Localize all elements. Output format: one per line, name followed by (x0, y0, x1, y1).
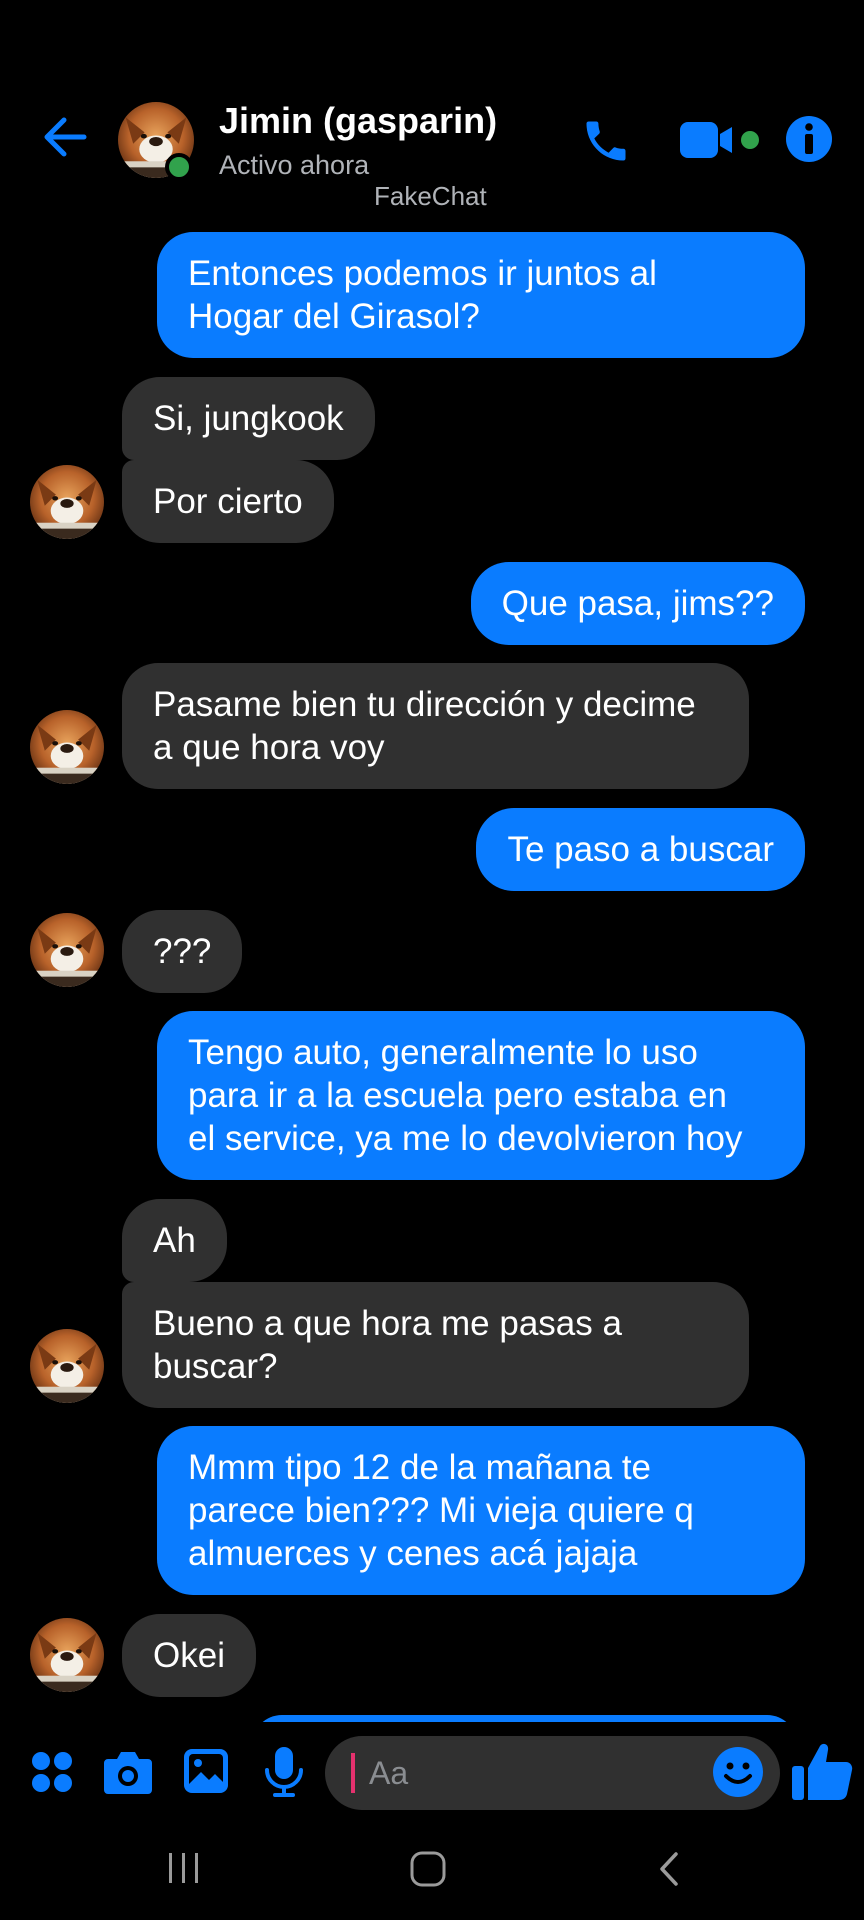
received-message[interactable]: Pasame bien tu dirección y decime a que … (122, 663, 749, 789)
video-camera-icon[interactable] (678, 118, 762, 162)
sent-message[interactable]: Que pasa, jims?? (470, 562, 805, 645)
contact-avatar[interactable] (30, 913, 104, 987)
thumbs-up-icon[interactable] (790, 1740, 854, 1804)
received-message[interactable]: Okei (122, 1614, 256, 1697)
contact-avatar[interactable] (30, 465, 104, 539)
arrow-left-icon[interactable] (40, 112, 90, 162)
photo-gallery-icon[interactable] (183, 1748, 229, 1794)
contact-status: Activo ahora (219, 150, 370, 180)
chat-header: Jimin (gasparin) Activo ahora FakeChat (0, 0, 864, 211)
received-message[interactable]: ??? (122, 910, 243, 993)
message-input[interactable] (353, 1736, 693, 1810)
contact-avatar[interactable] (30, 1329, 104, 1403)
sent-message[interactable]: Tengo auto, generalmente lo uso para ir … (157, 1011, 805, 1180)
received-message[interactable]: Si, jungkook (122, 377, 375, 460)
phone-icon[interactable] (580, 115, 632, 167)
received-message[interactable]: Bueno a que hora me pasas a buscar? (122, 1282, 749, 1408)
received-message[interactable]: Ah (122, 1199, 227, 1282)
home-icon[interactable] (408, 1850, 448, 1888)
sent-message[interactable]: Mmm tipo 12 de la mañana te parece bien?… (157, 1426, 805, 1595)
text-cursor (351, 1753, 355, 1793)
back-icon[interactable] (654, 1850, 684, 1888)
contact-name[interactable]: Jimin (gasparin) (219, 100, 497, 142)
received-message[interactable]: Por cierto (122, 460, 334, 543)
apps-grid-icon[interactable] (30, 1750, 74, 1794)
contact-avatar[interactable] (30, 1618, 104, 1692)
camera-icon[interactable] (103, 1749, 153, 1795)
contact-avatar[interactable] (30, 710, 104, 784)
info-icon[interactable] (784, 114, 834, 164)
sent-message[interactable]: Te paso a buscar (476, 808, 805, 891)
online-status-dot (165, 153, 193, 181)
emoji-icon[interactable] (712, 1746, 764, 1798)
sent-message[interactable]: Entonces podemos ir juntos al Hogar del … (157, 232, 805, 358)
recent-apps-icon[interactable] (164, 1850, 204, 1886)
microphone-icon[interactable] (262, 1746, 306, 1800)
watermark-label: FakeChat (374, 181, 487, 211)
